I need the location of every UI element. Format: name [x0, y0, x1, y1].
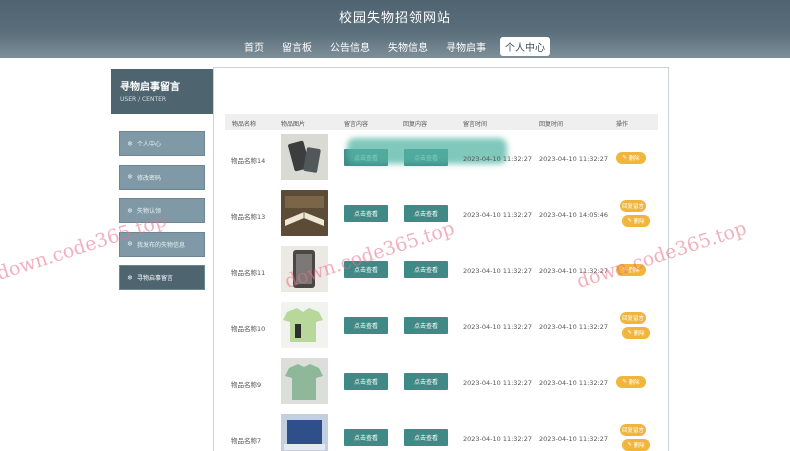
- nav-item-message-board[interactable]: 留言板: [278, 37, 316, 56]
- table-row: 物品名称7 点击查看 点击查看 2023-04-10 11:32:27 2023…: [225, 412, 658, 451]
- item-name: 物品名称13: [231, 213, 266, 221]
- main-nav: 首页 留言板 公告信息 失物信息 寻物启事 个人中心: [0, 37, 790, 56]
- nav-item-home[interactable]: 首页: [240, 37, 268, 56]
- item-name: 物品名称7: [231, 437, 262, 445]
- reply-button[interactable]: 回复留言: [620, 312, 646, 324]
- snowflake-icon: ❄: [127, 273, 133, 282]
- delete-button[interactable]: ✎ 删除: [616, 152, 646, 164]
- item-thumbnail[interactable]: [281, 134, 328, 180]
- message-time: 2023-04-10 11:32:27: [463, 379, 533, 387]
- tshirt-photo: [281, 358, 328, 404]
- laptop-photo: [281, 414, 328, 451]
- snowflake-icon: ❄: [127, 206, 133, 215]
- sidebar-item-change-password[interactable]: ❄ 修改密码: [119, 164, 205, 190]
- nav-item-lost-items[interactable]: 失物信息: [384, 37, 432, 56]
- item-thumbnail[interactable]: [281, 302, 328, 348]
- view-reply-button[interactable]: 点击查看: [404, 429, 448, 446]
- item-thumbnail[interactable]: [281, 358, 328, 404]
- reply-time: 2023-04-10 11:32:27: [539, 379, 609, 387]
- message-time: 2023-04-10 11:32:27: [463, 323, 533, 331]
- reply-time: 2023-04-10 11:32:27: [539, 323, 609, 331]
- reply-time: 2023-04-10 11:32:27: [539, 435, 609, 443]
- nav-item-user-center[interactable]: 个人中心: [500, 37, 550, 56]
- col-reply: 回复内容: [403, 121, 428, 128]
- view-reply-button[interactable]: 点击查看: [404, 373, 448, 390]
- col-item-image: 物品图片: [281, 121, 306, 128]
- reply-time: 2023-04-10 14:05:46: [539, 211, 609, 219]
- message-time: 2023-04-10 11:32:27: [463, 155, 533, 163]
- delete-button[interactable]: ✎ 删除: [616, 376, 646, 388]
- sidebar-item-label: 寻物启事留言: [137, 275, 174, 282]
- reply-time: 2023-04-10 11:32:27: [539, 155, 609, 163]
- snowflake-icon: ❄: [127, 173, 133, 181]
- site-title: 校园失物招领网站: [338, 11, 451, 26]
- nav-item-announcements[interactable]: 公告信息: [326, 37, 374, 56]
- reply-button[interactable]: 回复留言: [620, 200, 646, 212]
- message-time: 2023-04-10 11:32:27: [463, 267, 533, 275]
- message-time: 2023-04-10 11:32:27: [463, 211, 533, 219]
- reply-button[interactable]: 回复留言: [620, 424, 646, 436]
- view-reply-button[interactable]: 点击查看: [404, 261, 448, 278]
- tshirt-photo: [281, 302, 328, 348]
- sidebar-header: 寻物启事留言 USER / CENTER: [111, 69, 213, 114]
- nav-item-lost-notices[interactable]: 寻物启事: [442, 37, 490, 56]
- view-message-button[interactable]: 点击查看: [344, 429, 388, 446]
- col-actions: 操作: [616, 121, 629, 128]
- sidebar-item-label: 个人中心: [137, 141, 162, 148]
- view-message-button[interactable]: 点击查看: [344, 373, 388, 390]
- table-row: 物品名称10 点击查看 点击查看 2023-04-10 11:32:27 202…: [225, 300, 658, 352]
- col-message-time: 留言时间: [463, 121, 488, 128]
- item-name: 物品名称10: [231, 325, 266, 333]
- table-row: 物品名称14 点击查看 点击查看 2023-04-10 11:32:27 202…: [225, 132, 658, 184]
- delete-button[interactable]: ✎ 删除: [622, 215, 650, 227]
- table-row: 物品名称9 点击查看 点击查看 2023-04-10 11:32:27 2023…: [225, 356, 658, 408]
- book-photo: [281, 190, 328, 236]
- col-reply-time: 回复时间: [539, 121, 564, 128]
- item-thumbnail[interactable]: [281, 414, 328, 451]
- sidebar-item-label: 修改密码: [137, 174, 162, 182]
- sidebar-item-user-center[interactable]: ❄ 个人中心: [119, 131, 205, 156]
- item-name: 物品名称9: [231, 381, 262, 389]
- sidebar-subtitle: USER / CENTER: [120, 96, 167, 103]
- item-name: 物品名称11: [231, 269, 266, 277]
- sidebar-item-label: 我发布的失物信息: [137, 241, 186, 249]
- snowflake-icon: ❄: [127, 139, 133, 148]
- phone-photo: [281, 134, 328, 180]
- message-time: 2023-04-10 11:32:27: [463, 435, 533, 443]
- main-panel: 物品名称 物品图片 留言内容 回复内容 留言时间 回复时间 操作 物品名称14 …: [213, 67, 669, 451]
- col-item-name: 物品名称: [232, 121, 257, 128]
- view-message-button[interactable]: 点击查看: [344, 205, 388, 222]
- sidebar-item-notice-messages[interactable]: ❄ 寻物启事留言: [119, 265, 205, 290]
- col-message: 留言内容: [344, 121, 369, 128]
- site-header: 校园失物招领网站 首页 留言板 公告信息 失物信息 寻物启事 个人中心: [0, 0, 790, 58]
- item-thumbnail[interactable]: [281, 190, 328, 236]
- table-header: 物品名称 物品图片 留言内容 回复内容 留言时间 回复时间 操作: [225, 114, 658, 130]
- delete-button[interactable]: ✎ 删除: [622, 327, 650, 339]
- view-message-button[interactable]: 点击查看: [344, 317, 388, 334]
- item-name: 物品名称14: [231, 157, 266, 165]
- view-reply-button[interactable]: 点击查看: [404, 317, 448, 334]
- sidebar-title: 寻物启事留言: [120, 82, 180, 93]
- delete-button[interactable]: ✎ 删除: [622, 439, 650, 451]
